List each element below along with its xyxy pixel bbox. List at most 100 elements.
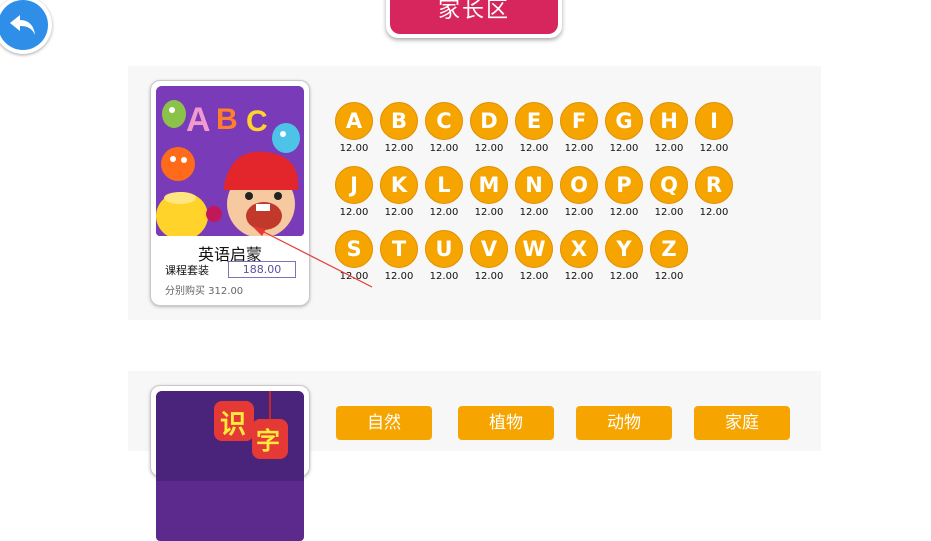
letter-price: 12.00: [519, 143, 549, 154]
letter-item-i[interactable]: I 12.00: [694, 102, 734, 155]
letter-price: 12.00: [564, 143, 594, 154]
letter-price: 12.00: [429, 271, 459, 282]
letter-item-p[interactable]: P 12.00: [604, 166, 644, 219]
letter-button[interactable]: J: [335, 166, 373, 204]
bundle-label: 课程套装: [165, 264, 209, 277]
letter-price: 12.00: [339, 271, 369, 282]
letter-button[interactable]: F: [560, 102, 598, 140]
letter-item-e[interactable]: E 12.00: [514, 102, 554, 155]
english-course-card[interactable]: A B C 英语启蒙 课程套装 188.00 分别购买 312.00: [150, 80, 310, 306]
letter-price: 12.00: [474, 271, 504, 282]
letter-item-x[interactable]: X 12.00: [559, 230, 599, 283]
chinese-course-card[interactable]: 识 字: [150, 385, 310, 541]
letter-item-b[interactable]: B 12.00: [379, 102, 419, 155]
page-title-tab: 家长区: [386, 0, 562, 38]
letter-button[interactable]: Q: [650, 166, 688, 204]
letter-item-r[interactable]: R 12.00: [694, 166, 734, 219]
letter-price: 12.00: [609, 271, 639, 282]
letter-item-g[interactable]: G 12.00: [604, 102, 644, 155]
letter-price: 12.00: [699, 143, 729, 154]
letter-price: 12.00: [339, 143, 369, 154]
back-arrow-icon: [10, 15, 35, 35]
letter-button[interactable]: Z: [650, 230, 688, 268]
letter-button[interactable]: L: [425, 166, 463, 204]
letter-item-l[interactable]: L 12.00: [424, 166, 464, 219]
bundle-price-button[interactable]: 188.00: [228, 261, 296, 278]
letter-button[interactable]: M: [470, 166, 508, 204]
cover-letter-c: C: [246, 105, 268, 138]
letter-item-q[interactable]: Q 12.00: [649, 166, 689, 219]
letter-button[interactable]: E: [515, 102, 553, 140]
letter-item-o[interactable]: O 12.00: [559, 166, 599, 219]
lantern-illustration: 识 字: [156, 391, 304, 481]
letter-button[interactable]: K: [380, 166, 418, 204]
letter-price: 12.00: [654, 207, 684, 218]
letter-item-s[interactable]: S 12.00: [334, 230, 374, 283]
letter-price: 12.00: [384, 207, 414, 218]
letter-price: 12.00: [609, 143, 639, 154]
letter-item-t[interactable]: T 12.00: [379, 230, 419, 283]
category-button-family[interactable]: 家庭: [694, 406, 790, 440]
cartoon-illustration: A B C: [156, 86, 304, 236]
letter-button[interactable]: N: [515, 166, 553, 204]
letter-price: 12.00: [384, 271, 414, 282]
letter-button[interactable]: C: [425, 102, 463, 140]
letter-button[interactable]: T: [380, 230, 418, 268]
chinese-course-cover: 识 字: [156, 391, 304, 541]
letter-item-y[interactable]: Y 12.00: [604, 230, 644, 283]
letter-item-n[interactable]: N 12.00: [514, 166, 554, 219]
letter-button[interactable]: V: [470, 230, 508, 268]
letter-button[interactable]: O: [560, 166, 598, 204]
letter-button[interactable]: R: [695, 166, 733, 204]
letter-price: 12.00: [564, 271, 594, 282]
category-button-plants[interactable]: 植物: [458, 406, 554, 440]
letter-price: 12.00: [519, 207, 549, 218]
letter-price: 12.00: [609, 207, 639, 218]
letter-button[interactable]: B: [380, 102, 418, 140]
category-button-animals[interactable]: 动物: [576, 406, 672, 440]
english-course-cover: A B C: [156, 86, 304, 236]
letter-price: 12.00: [654, 271, 684, 282]
letter-price: 12.00: [654, 143, 684, 154]
letter-item-c[interactable]: C 12.00: [424, 102, 464, 155]
cover-char-2: 字: [256, 427, 280, 455]
cover-letter-a: A: [186, 101, 211, 139]
letter-button[interactable]: D: [470, 102, 508, 140]
letter-button[interactable]: Y: [605, 230, 643, 268]
letter-button[interactable]: X: [560, 230, 598, 268]
letter-button[interactable]: H: [650, 102, 688, 140]
letter-item-u[interactable]: U 12.00: [424, 230, 464, 283]
separate-purchase-text: 分别购买 312.00: [165, 286, 244, 297]
letter-item-d[interactable]: D 12.00: [469, 102, 509, 155]
chinese-course-panel: 识 字 自然 植物 动物 家庭: [128, 371, 821, 541]
english-course-panel: A B C 英语启蒙 课程套装 188.00 分别购买 312.00 A 12.…: [128, 66, 821, 320]
letter-button[interactable]: W: [515, 230, 553, 268]
letter-item-m[interactable]: M 12.00: [469, 166, 509, 219]
letter-price: 12.00: [429, 143, 459, 154]
letter-item-j[interactable]: J 12.00: [334, 166, 374, 219]
letter-item-w[interactable]: W 12.00: [514, 230, 554, 283]
letter-price: 12.00: [429, 207, 459, 218]
letter-price: 12.00: [564, 207, 594, 218]
page-title: 家长区: [390, 0, 558, 34]
cover-letter-b: B: [216, 103, 238, 136]
back-button[interactable]: [0, 0, 52, 54]
letter-item-z[interactable]: Z 12.00: [649, 230, 689, 283]
cover-char-1: 识: [220, 410, 246, 440]
letter-price: 12.00: [384, 143, 414, 154]
category-button-nature[interactable]: 自然: [336, 406, 432, 440]
letter-item-k[interactable]: K 12.00: [379, 166, 419, 219]
letter-button[interactable]: G: [605, 102, 643, 140]
letter-button[interactable]: P: [605, 166, 643, 204]
letter-button[interactable]: S: [335, 230, 373, 268]
letter-item-h[interactable]: H 12.00: [649, 102, 689, 155]
letter-button[interactable]: U: [425, 230, 463, 268]
letter-price: 12.00: [699, 207, 729, 218]
letter-item-v[interactable]: V 12.00: [469, 230, 509, 283]
letter-item-f[interactable]: F 12.00: [559, 102, 599, 155]
letter-button[interactable]: I: [695, 102, 733, 140]
letter-price: 12.00: [339, 207, 369, 218]
letter-button[interactable]: A: [335, 102, 373, 140]
letter-price: 12.00: [474, 143, 504, 154]
letter-item-a[interactable]: A 12.00: [334, 102, 374, 155]
